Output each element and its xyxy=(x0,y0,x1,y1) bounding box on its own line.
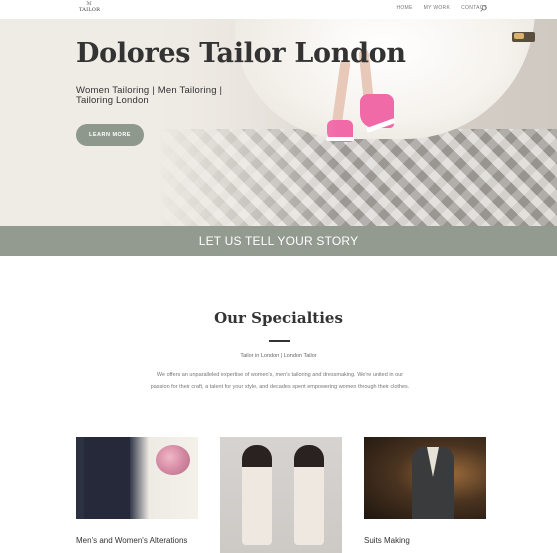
card-title-suits[interactable]: Suits Making xyxy=(364,536,410,545)
bouquet-figure xyxy=(156,445,190,475)
logo-text: TAILOR xyxy=(79,7,101,13)
women-dresses-image[interactable] xyxy=(220,437,342,553)
alterations-image[interactable] xyxy=(76,437,198,519)
groom-figure xyxy=(84,437,130,519)
specialties-title: Our Specialties xyxy=(214,309,343,327)
model-figure-left xyxy=(242,445,272,545)
model-figure-right xyxy=(294,445,324,545)
learn-more-button[interactable]: LEARN MORE xyxy=(76,124,144,146)
main-nav: HOME MY WORK CONTACT xyxy=(396,5,487,11)
site-logo[interactable]: ℳ TAILOR xyxy=(79,2,101,16)
hero-subtitle: Women Tailoring | Men Tailoring | Tailor… xyxy=(76,85,223,106)
specialties-tagline: Tailor in London | London Tailor xyxy=(240,353,317,359)
hero-lamp-glow xyxy=(514,33,524,39)
card-title-alterations[interactable]: Men's and Women's Alterations xyxy=(76,536,187,545)
specialties-description: We offers an unparalleled expertise of w… xyxy=(150,372,410,390)
search-icon[interactable] xyxy=(480,5,487,12)
story-banner-text: LET US TELL YOUR STORY xyxy=(198,234,359,248)
hero-title: Dolores Tailor London xyxy=(76,38,406,69)
nav-my-work[interactable]: MY WORK xyxy=(424,5,450,11)
story-banner[interactable]: LET US TELL YOUR STORY xyxy=(0,226,557,256)
nav-home[interactable]: HOME xyxy=(396,5,412,11)
site-header: ℳ TAILOR HOME MY WORK CONTACT xyxy=(0,0,557,19)
specialties-divider xyxy=(269,340,290,342)
suits-image[interactable] xyxy=(364,437,486,519)
